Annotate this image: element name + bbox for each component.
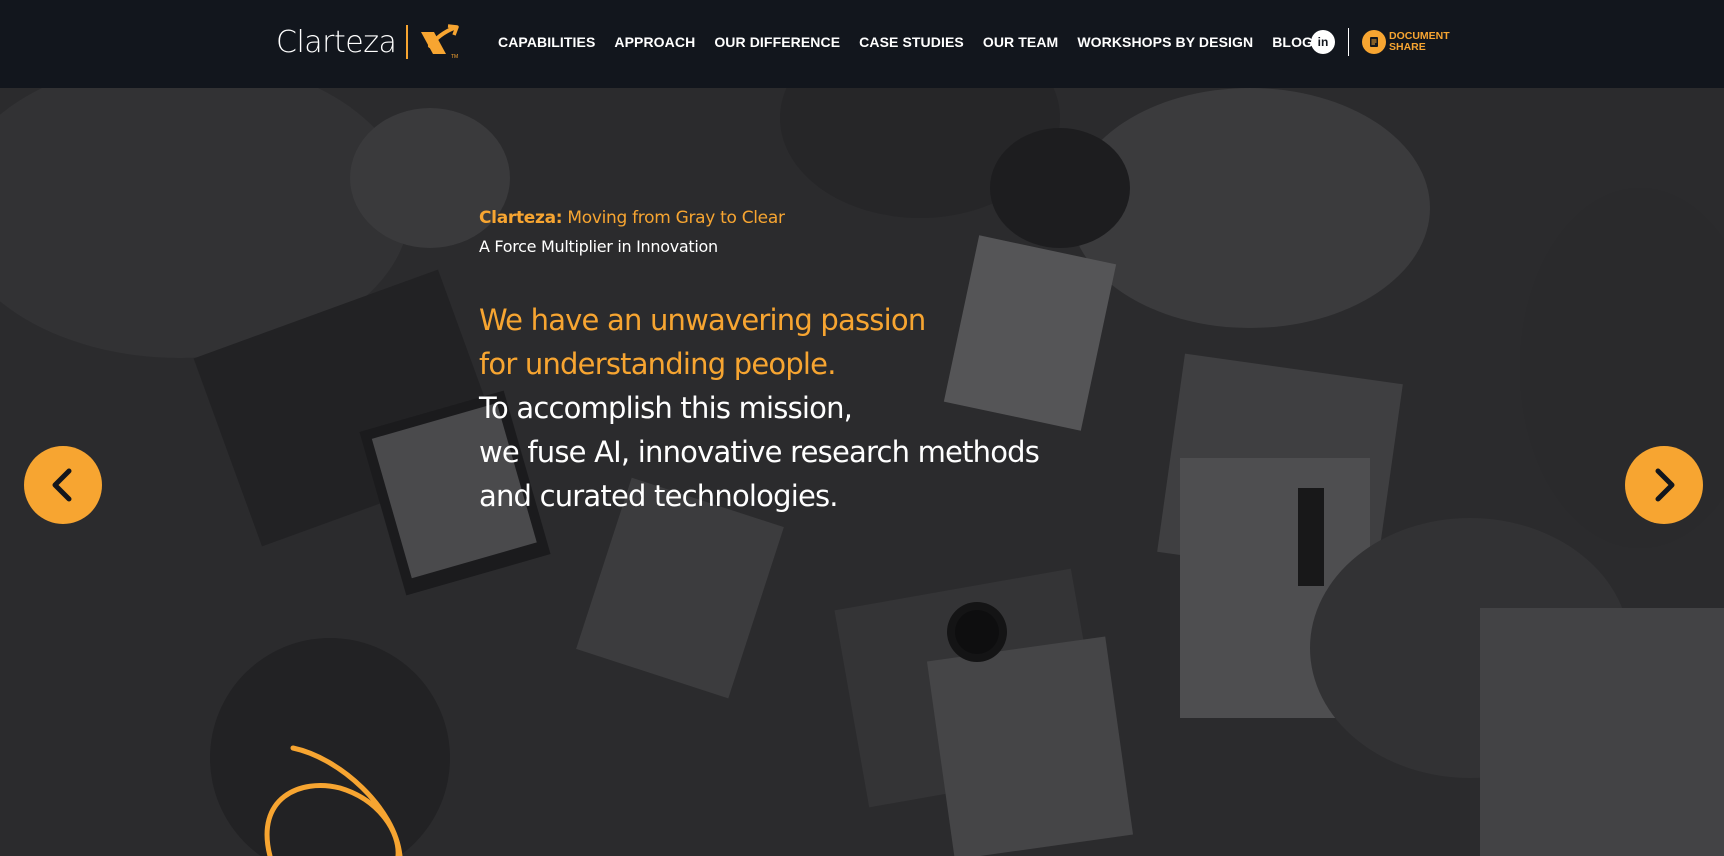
hero-tagline: Clarteza: Moving from Gray to Clear: [479, 208, 785, 228]
slider-prev-button[interactable]: [24, 446, 102, 524]
document-icon: [1362, 30, 1386, 54]
svg-text:TM: TM: [451, 54, 458, 60]
document-share-link[interactable]: DOCUMENT SHARE: [1362, 30, 1450, 54]
nav-approach[interactable]: APPROACH: [614, 34, 695, 50]
headline-white-line-2: we fuse AI, innovative research methods: [479, 435, 1040, 469]
headline-white-line-3: and curated technologies.: [479, 479, 839, 513]
hero-subtitle: A Force Multiplier in Innovation: [479, 237, 718, 256]
document-share-line2: SHARE: [1389, 41, 1426, 53]
main-nav: CAPABILITIES APPROACH OUR DIFFERENCE CAS…: [498, 34, 1332, 50]
header-divider: [1348, 28, 1349, 56]
site-header: Clarteza TM CAPABILITIES APPROACH OUR DI…: [0, 0, 1724, 88]
headline-orange-line-1: We have an unwavering passion: [479, 303, 926, 337]
linkedin-icon[interactable]: in: [1311, 30, 1335, 54]
logo-wordmark: Clarteza: [276, 24, 397, 60]
hero-headline: We have an unwavering passion for unders…: [479, 298, 1040, 518]
nav-case-studies[interactable]: CASE STUDIES: [859, 34, 964, 50]
document-share-label: DOCUMENT SHARE: [1389, 31, 1450, 53]
nav-blog[interactable]: BLOG: [1272, 34, 1313, 50]
chevron-right-icon: [1655, 468, 1675, 502]
nav-our-team[interactable]: OUR TEAM: [983, 34, 1058, 50]
linkedin-icon-label: in: [1317, 35, 1329, 49]
hero-slider: Clarteza: Moving from Gray to Clear A Fo…: [0, 88, 1724, 856]
hero-tagline-text: Moving from Gray to Clear: [567, 208, 785, 228]
nav-workshops-by-design[interactable]: WORKSHOPS BY DESIGN: [1077, 34, 1253, 50]
headline-white-line-1: To accomplish this mission,: [479, 391, 853, 425]
nav-our-difference[interactable]: OUR DIFFERENCE: [714, 34, 840, 50]
logo-divider: [406, 25, 409, 59]
hero-brand: Clarteza:: [479, 208, 563, 228]
slider-next-button[interactable]: [1625, 446, 1703, 524]
headline-orange-line-2: for understanding people.: [479, 347, 836, 381]
chevron-left-icon: [52, 468, 72, 502]
nav-capabilities[interactable]: CAPABILITIES: [498, 34, 595, 50]
logo[interactable]: Clarteza TM: [276, 22, 460, 62]
logo-mark-icon: TM: [421, 24, 460, 60]
